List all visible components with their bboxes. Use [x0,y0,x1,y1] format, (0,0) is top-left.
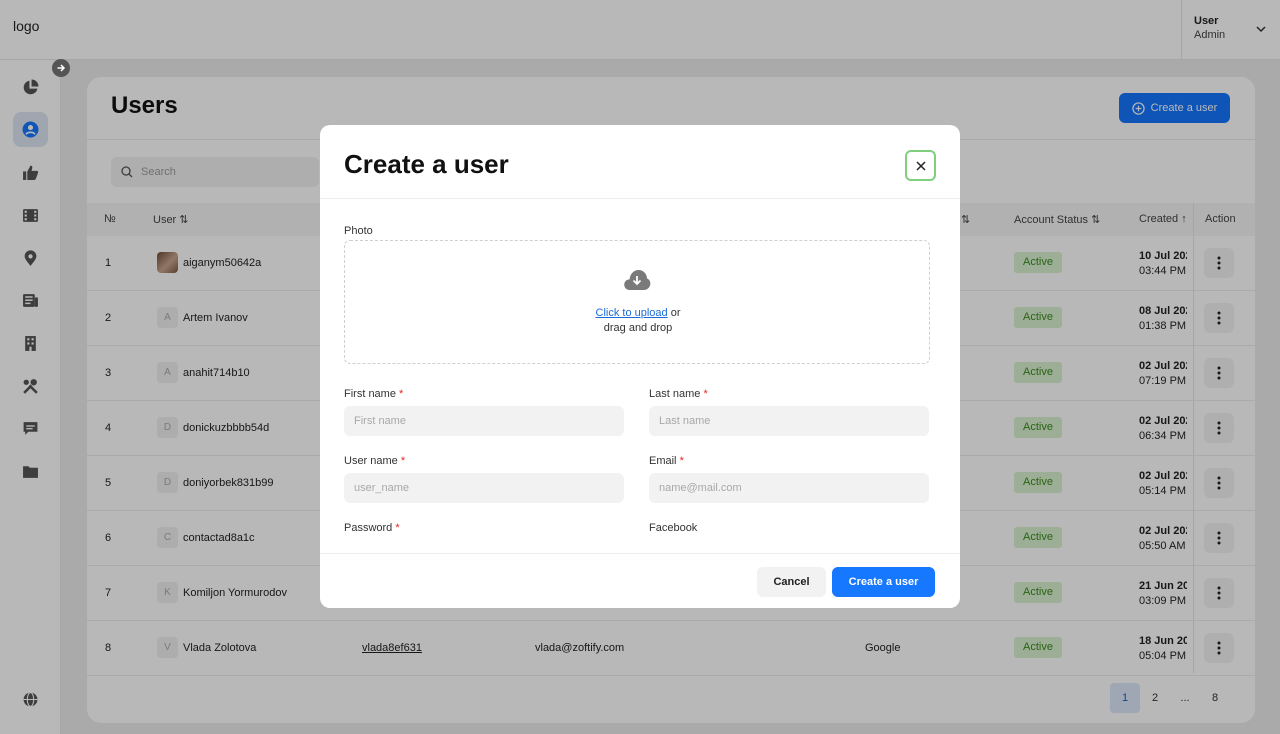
close-icon [915,160,926,171]
user-name-label: User name * [344,455,405,467]
photo-dropzone[interactable]: Click to upload or drag and drop [344,240,930,364]
required-mark: * [400,455,406,467]
password-label-text: Password [344,522,393,534]
photo-label: Photo [344,225,373,237]
create-user-modal: Create a user Photo Click to upload or d… [320,125,960,608]
email-label: Email * [649,455,684,467]
required-mark: * [703,388,708,400]
password-label: Password * [344,522,400,534]
user-name-label-text: User name [344,455,398,467]
modal-close-button[interactable] [905,150,936,181]
required-mark: * [679,455,684,467]
last-name-label-text: Last name [649,388,701,400]
facebook-label: Facebook [649,522,698,534]
cloud-download-icon [624,270,651,290]
first-name-input[interactable] [344,406,624,436]
dropzone-text: Click to upload or drag and drop [345,306,931,336]
required-mark: * [395,522,400,534]
last-name-label: Last name * [649,388,708,400]
first-name-label-text: First name [344,388,396,400]
user-name-input[interactable] [344,473,624,503]
required-mark: * [399,388,404,400]
arrow-right-icon [57,64,66,72]
submit-create-user-button[interactable]: Create a user [832,567,935,597]
cancel-button[interactable]: Cancel [757,567,826,597]
modal-body: Photo Click to upload or drag and drop F… [320,199,960,553]
sidebar-collapse-button[interactable] [52,59,70,77]
click-to-upload-link[interactable]: Click to upload [596,307,668,319]
last-name-input[interactable] [649,406,929,436]
dropzone-or: or [667,307,681,319]
dropzone-drag: drag and drop [603,322,673,334]
modal-footer: Cancel Create a user [320,553,960,608]
first-name-label: First name * [344,388,403,400]
email-input[interactable] [649,473,929,503]
modal-title: Create a user [344,149,509,179]
email-label-text: Email [649,455,677,467]
